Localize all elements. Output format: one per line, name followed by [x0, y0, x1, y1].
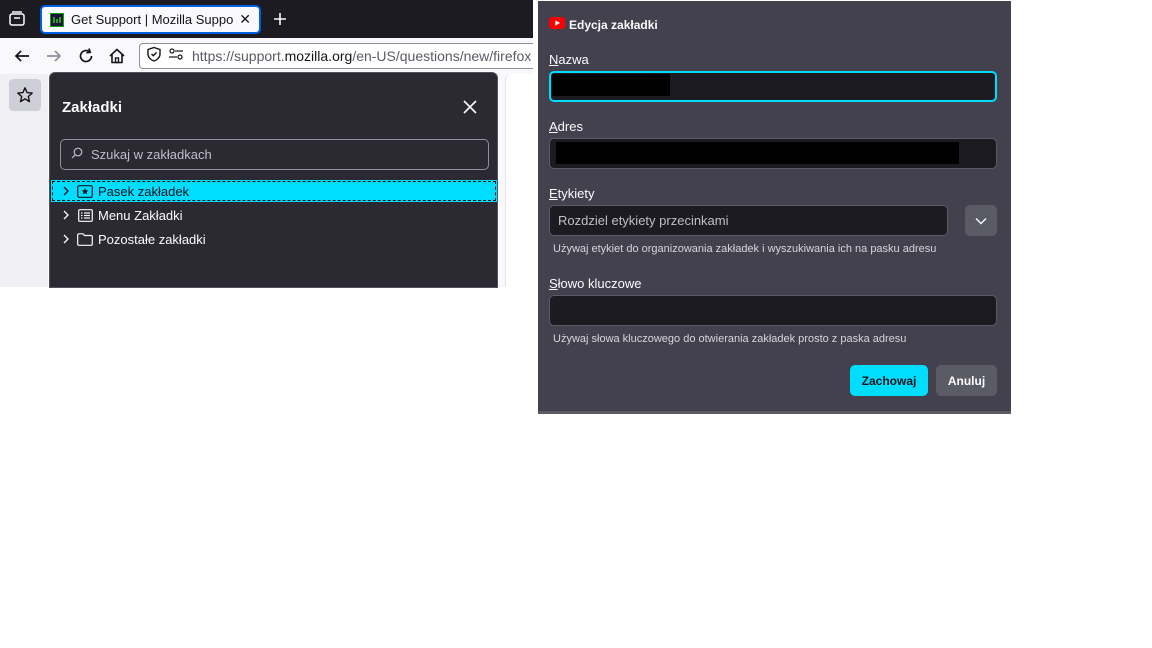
star-icon[interactable] [9, 79, 41, 111]
tags-input[interactable]: Rozdziel etykiety przecinkami [549, 205, 948, 236]
chevron-right-icon[interactable] [60, 186, 72, 196]
tags-placeholder: Rozdziel etykiety przecinkami [558, 213, 729, 228]
mozilla-support-favicon [50, 12, 64, 27]
tab-overview-icon[interactable] [6, 8, 28, 30]
cancel-button[interactable]: Anuluj [936, 365, 997, 396]
panel-title: Zakładki [62, 99, 123, 116]
redacted-name [552, 74, 670, 96]
url-bar[interactable]: https://support.mozilla.org/en-US/questi… [139, 43, 533, 69]
permissions-icon[interactable] [168, 46, 184, 67]
bookmarks-search-input[interactable]: Szukaj w zakładkach [60, 139, 489, 170]
navigation-toolbar: https://support.mozilla.org/en-US/questi… [0, 38, 533, 74]
name-label: Nazwa [549, 52, 589, 67]
keyword-hint: Używaj słowa kluczowego do otwierania za… [553, 333, 907, 345]
tree-item-bookmarks-toolbar[interactable]: Pasek zakładek [51, 180, 497, 202]
edit-bookmark-dialog: Edycja zakładki Nazwa Adres Etykiety Roz… [538, 1, 1011, 414]
save-button[interactable]: Zachowaj [850, 365, 928, 396]
youtube-icon [549, 16, 565, 34]
reload-icon[interactable] [74, 44, 98, 68]
bookmarks-menu-icon [77, 208, 93, 222]
redacted-address [556, 142, 959, 164]
page-content [505, 74, 533, 287]
tree-item-label: Menu Zakładki [98, 207, 183, 223]
address-label: Adres [549, 119, 583, 134]
tree-item-bookmarks-menu[interactable]: Menu Zakładki [51, 204, 497, 226]
keyword-field[interactable] [549, 295, 997, 326]
url-text[interactable]: https://support.mozilla.org/en-US/questi… [192, 48, 531, 64]
tab-get-support[interactable]: Get Support | Mozilla Support ✕ [40, 5, 261, 34]
tab-strip: Get Support | Mozilla Support ✕ [0, 0, 533, 38]
tags-dropdown-button[interactable] [965, 205, 997, 236]
keyword-label: Słowo kluczowe [549, 276, 642, 291]
back-icon[interactable] [10, 44, 34, 68]
search-icon [71, 146, 83, 164]
tags-hint: Używaj etykiet do organizowania zakładek… [553, 243, 937, 255]
chevron-down-icon [975, 212, 987, 230]
tab-close-icon[interactable]: ✕ [239, 11, 251, 28]
close-icon[interactable] [458, 95, 482, 119]
dialog-title: Edycja zakładki [569, 18, 658, 32]
chevron-right-icon[interactable] [60, 234, 72, 244]
tree-item-label: Pozostałe zakładki [98, 231, 206, 247]
bookmarks-sidebar-panel: Zakładki Szukaj w zakładkach Pasek zakła… [49, 72, 498, 288]
dialog-header: Edycja zakładki [549, 16, 658, 34]
chevron-right-icon[interactable] [60, 210, 72, 220]
shield-icon[interactable] [146, 46, 162, 67]
forward-icon[interactable] [42, 44, 66, 68]
bookmarks-toolbar-icon [77, 184, 93, 198]
search-placeholder: Szukaj w zakładkach [91, 147, 212, 162]
new-tab-button[interactable] [270, 9, 290, 29]
folder-icon [77, 232, 93, 246]
home-icon[interactable] [105, 44, 129, 68]
sidebar-rail [0, 74, 48, 287]
tags-label: Etykiety [549, 186, 595, 201]
tree-item-label: Pasek zakładek [98, 183, 190, 199]
tab-title: Get Support | Mozilla Support [71, 12, 234, 27]
tree-item-other-bookmarks[interactable]: Pozostałe zakładki [51, 228, 497, 250]
